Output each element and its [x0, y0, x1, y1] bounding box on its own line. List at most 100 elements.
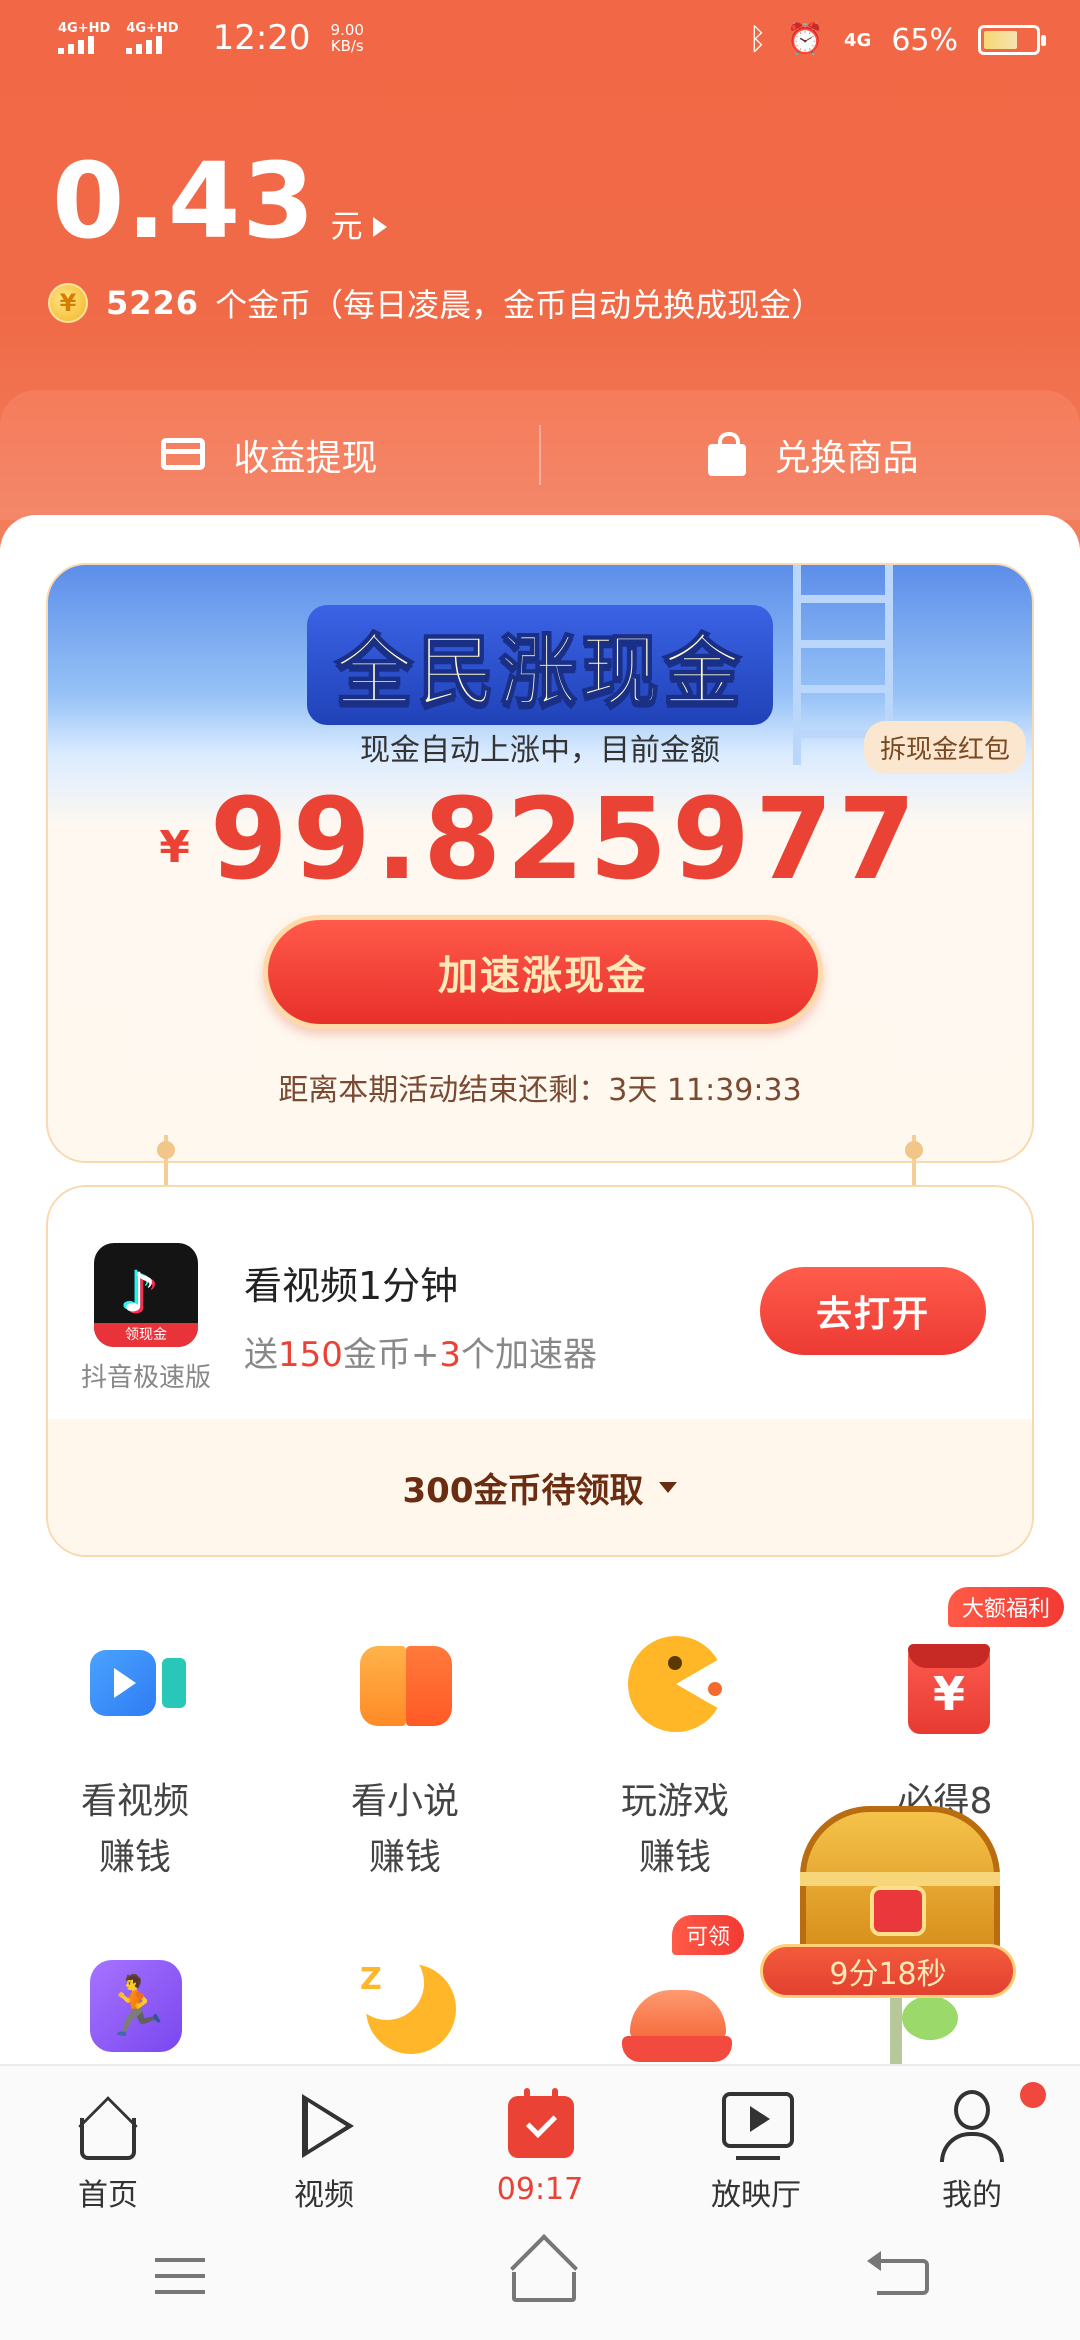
reward-boost: 3: [439, 1335, 462, 1375]
network-speed: 9.00 KB/s: [331, 22, 364, 54]
video-camera-icon: [80, 1628, 190, 1738]
open-app-button[interactable]: 去打开: [760, 1267, 986, 1355]
task-title: 看视频1分钟: [244, 1264, 459, 1308]
calendar-check-icon: [500, 2088, 580, 2164]
open-red-packet-tag[interactable]: 拆现金红包: [863, 721, 1026, 774]
menu-icon[interactable]: [151, 2252, 211, 2302]
big-welfare-badge: 大额福利: [948, 1587, 1065, 1627]
quick-actions-bar: 收益提现 兑换商品: [0, 390, 1080, 520]
withdraw-button[interactable]: 收益提现: [0, 429, 539, 481]
home-icon: [68, 2088, 148, 2162]
signal-bars-icon: [58, 36, 94, 54]
exchange-label: 兑换商品: [774, 438, 919, 479]
promo-card[interactable]: 全民涨现金 现金自动上涨中，目前金额 拆现金红包 ¥99.825977 加速涨现…: [46, 563, 1034, 1163]
signal-bars-icon: [126, 36, 163, 54]
feature-label: 看小说 赚钱: [270, 1774, 540, 1886]
nav-checkin[interactable]: 09:17: [432, 2066, 648, 2214]
pending-coins-toggle[interactable]: 300金币待领取: [48, 1419, 1032, 1555]
battery-fill: [984, 31, 1017, 49]
feature-label-line2: 赚钱: [368, 1837, 441, 1878]
chest-timer: 9分18秒: [760, 1944, 1016, 1998]
battery-icon: [978, 25, 1046, 55]
reward-prefix: 送: [244, 1335, 278, 1375]
task-app-name: 抖音极速版: [80, 1363, 211, 1393]
speed-unit: KB/s: [330, 37, 364, 55]
book-icon: [350, 1628, 460, 1738]
douyin-app-icon[interactable]: ♪ 领现金: [94, 1243, 198, 1347]
coins-info: ¥ 5226 个金币（每日凌晨，金币自动兑换成现金）: [48, 280, 823, 326]
feature-read-novel[interactable]: 看小说 赚钱: [270, 1628, 540, 1886]
chicken-meal-icon: [620, 1950, 732, 2062]
feature-label-line2: 赚钱: [98, 1837, 171, 1878]
nav-profile[interactable]: 我的: [864, 2066, 1080, 2214]
status-bar: 4G+HD 4G+HD 12:20 9.00 KB/s ᛒ ⏰ 4G 65%: [0, 0, 1080, 90]
feature-watch-video[interactable]: 看视频 赚钱: [0, 1628, 270, 1886]
reward-coins: 150: [278, 1335, 343, 1375]
cash-unit: 元: [330, 207, 363, 245]
user-icon: [932, 2088, 1012, 2162]
nav-video[interactable]: 视频: [216, 2066, 432, 2214]
feature-running[interactable]: 🏃: [0, 1950, 270, 2060]
signal-1: 4G+HD: [58, 22, 110, 54]
promo-title: 全民涨现金: [48, 605, 1032, 725]
speed-value: 9.00: [330, 21, 364, 39]
leaf-decoration: [902, 1996, 958, 2040]
tv-play-icon: [716, 2088, 796, 2162]
claimable-badge: 可领: [672, 1915, 745, 1955]
treasure-chest-widget[interactable]: 9分18秒: [760, 1786, 1030, 2086]
alarm-icon: ⏰: [786, 22, 824, 57]
status-time: 12:20: [212, 18, 311, 58]
bottom-nav: 首页 视频 09:17 放映厅 我的: [0, 2064, 1080, 2214]
sleep-moon-icon: Z: [350, 1946, 460, 2060]
system-nav-bar: [0, 2214, 1080, 2340]
nav-checkin-label: 09:17: [496, 2172, 584, 2207]
app-band-label: 领现金: [94, 1323, 198, 1347]
currency-symbol: ¥: [159, 822, 190, 873]
network-type-2: 4G+HD: [126, 21, 179, 36]
exchange-goods-button[interactable]: 兑换商品: [541, 429, 1080, 481]
bluetooth-icon: ᛒ: [748, 22, 767, 57]
feature-label-line1: 看视频: [80, 1781, 189, 1822]
shopping-bag-icon: [702, 432, 752, 476]
promo-title-text: 全民涨现金: [306, 605, 773, 725]
nav-cinema-label: 放映厅: [711, 2178, 801, 2213]
reward-mid: 金币+: [342, 1335, 440, 1375]
feature-label-line1: 看小说: [350, 1781, 459, 1822]
running-icon: 🏃: [80, 1950, 190, 2060]
reward-suffix: 个加速器: [461, 1335, 598, 1375]
nav-video-label: 视频: [294, 2178, 354, 2213]
countdown-text: 距离本期活动结束还剩：3天 11:39:33: [278, 1073, 802, 1108]
notification-dot: [1020, 2082, 1046, 2108]
signal-2: 4G+HD: [126, 21, 179, 54]
arrow-right-icon: [372, 217, 387, 237]
red-envelope-icon: ¥: [890, 1628, 1000, 1738]
cash-amount: 0.43: [52, 140, 317, 262]
cash-balance[interactable]: 0.43 元: [52, 140, 387, 262]
music-note-icon: ♪: [122, 1261, 157, 1324]
pending-coins-label: 300金币待领取: [402, 1470, 644, 1511]
nav-cinema[interactable]: 放映厅: [648, 2066, 864, 2214]
system-home-icon[interactable]: [511, 2272, 576, 2302]
nav-profile-label: 我的: [942, 2178, 1002, 2213]
signal-tag: 4G: [844, 29, 872, 51]
card-withdraw-icon: [161, 434, 211, 476]
nav-home[interactable]: 首页: [0, 2066, 216, 2214]
coins-description: 个金币（每日凌晨，金币自动兑换成现金）: [215, 286, 824, 324]
network-type-1: 4G+HD: [58, 21, 111, 36]
feature-sleep[interactable]: Z: [270, 1946, 540, 2060]
speed-up-button[interactable]: 加速涨现金: [263, 915, 823, 1029]
feature-label: 看视频 赚钱: [0, 1774, 270, 1886]
promo-amount: ¥99.825977: [48, 775, 1032, 905]
play-icon: [284, 2088, 364, 2162]
header: 4G+HD 4G+HD 12:20 9.00 KB/s ᛒ ⏰ 4G 65% 0…: [0, 0, 1080, 560]
coin-icon: ¥: [48, 283, 88, 323]
coins-count: 5226: [106, 284, 200, 322]
back-icon[interactable]: [867, 2251, 930, 2295]
task-reward: 送150金币+3个加速器: [244, 1327, 597, 1376]
withdraw-label: 收益提现: [233, 438, 378, 479]
nav-home-label: 首页: [78, 2178, 138, 2213]
heart-lock-icon: [870, 1886, 926, 1936]
chevron-down-icon: [659, 1481, 678, 1493]
promo-amount-value: 99.825977: [209, 775, 921, 905]
battery-percent: 65%: [891, 22, 958, 58]
